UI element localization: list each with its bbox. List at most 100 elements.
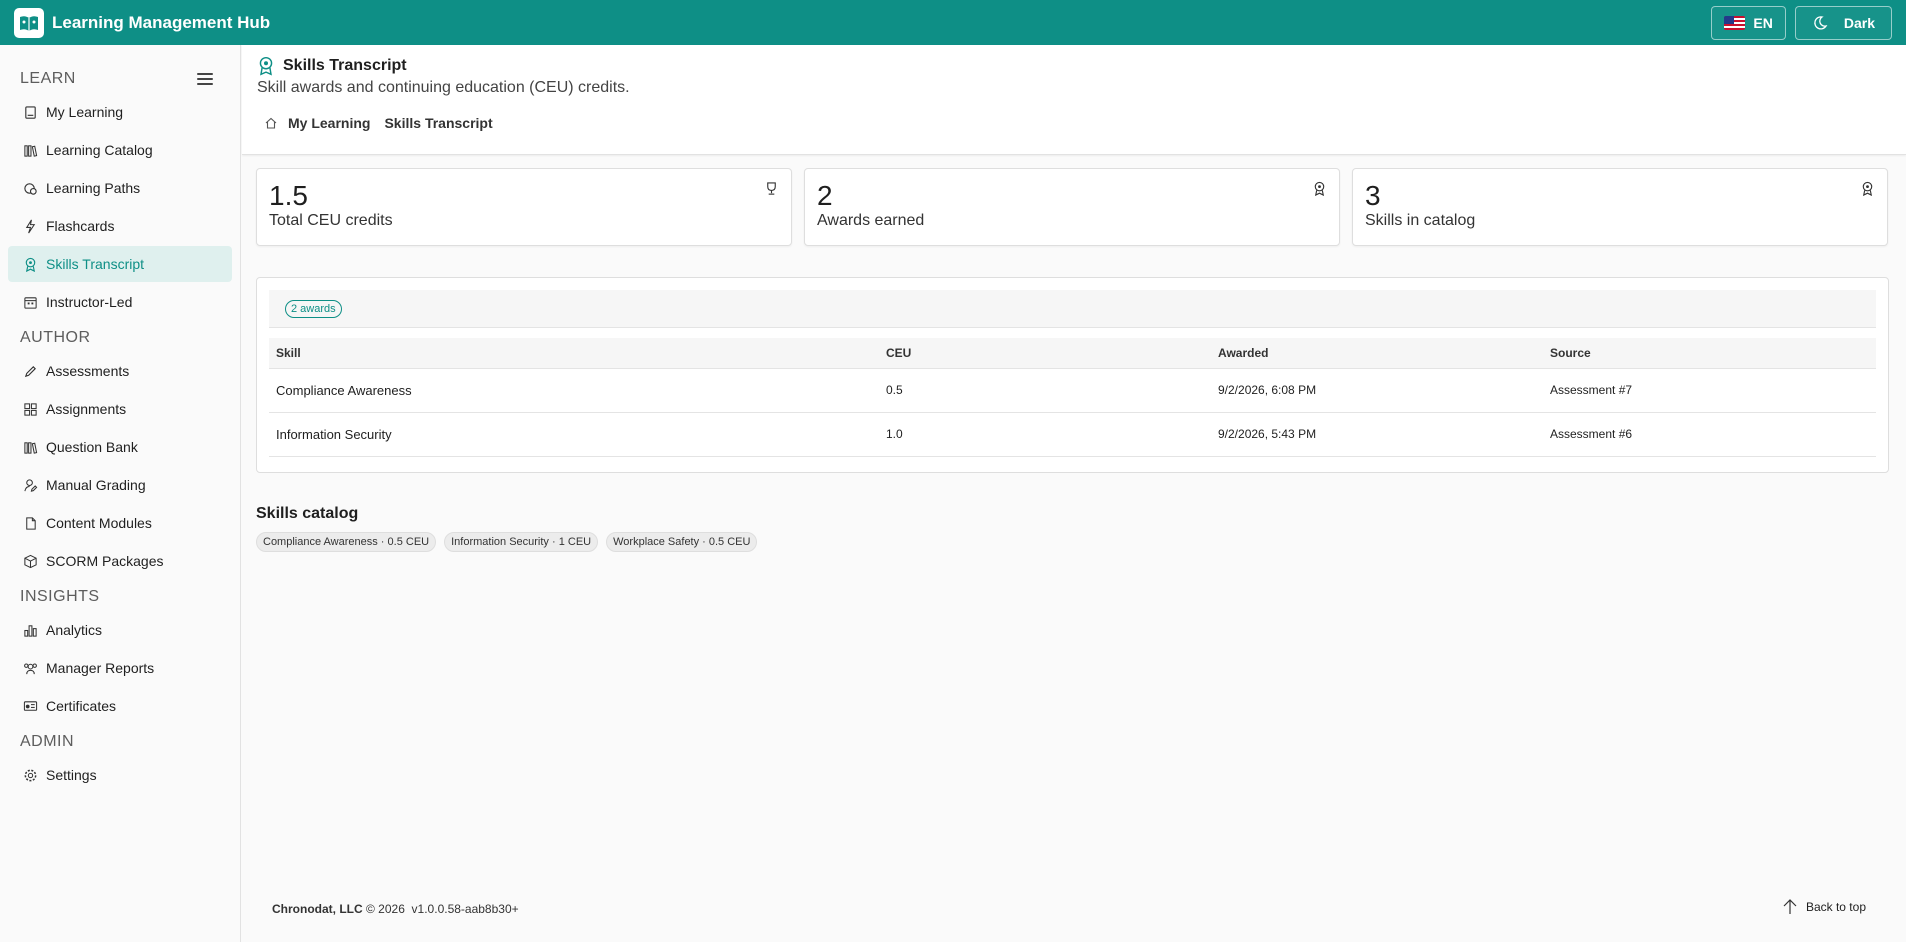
skills-catalog-chips: Compliance Awareness · 0.5 CEU Informati… xyxy=(256,532,758,552)
sidebar-item-skills-transcript[interactable]: Skills Transcript xyxy=(8,246,232,282)
column-header-ceu[interactable]: CEU xyxy=(879,338,1211,369)
sidebar-item-label: Flashcards xyxy=(46,218,115,234)
library-icon xyxy=(22,142,38,158)
skill-chip: Information Security · 1 CEU xyxy=(444,532,599,552)
sidebar-section-author: AUTHOR xyxy=(0,323,240,353)
sidebar-item-instructor-led[interactable]: Instructor-Led xyxy=(8,284,232,320)
awards-panel-header: 2 awards xyxy=(269,290,1876,328)
sidebar-item-learning-paths[interactable]: Learning Paths xyxy=(8,170,232,206)
award-icon xyxy=(1314,181,1325,196)
sidebar-item-manual-grading[interactable]: Manual Grading xyxy=(8,467,232,503)
award-icon xyxy=(259,56,273,76)
awards-count-badge: 2 awards xyxy=(285,299,342,318)
awards-panel: 2 awards Skill CEU Awarded Source Compli… xyxy=(256,277,1889,473)
app-logo[interactable] xyxy=(14,7,44,38)
sidebar-item-assessments[interactable]: Assessments xyxy=(8,353,232,389)
grid-icon xyxy=(22,401,38,417)
sidebar-item-analytics[interactable]: Analytics xyxy=(8,612,232,648)
sidebar-item-manager-reports[interactable]: Manager Reports xyxy=(8,650,232,686)
cell-ceu: 1.0 xyxy=(879,412,1211,457)
sidebar-item-certificates[interactable]: Certificates xyxy=(8,688,232,724)
column-header-skill[interactable]: Skill xyxy=(269,338,879,369)
back-to-top-button[interactable]: Back to top xyxy=(1782,898,1866,916)
footer-company: Chronodat, LLC xyxy=(272,902,363,916)
sidebar-item-label: Learning Paths xyxy=(46,180,141,196)
cube-icon xyxy=(22,553,38,569)
cell-awarded: 9/2/2026, 6:08 PM xyxy=(1211,368,1543,413)
sidebar-item-scorm-packages[interactable]: SCORM Packages xyxy=(8,543,232,579)
pencil-icon xyxy=(22,363,38,379)
sidebar-item-assignments[interactable]: Assignments xyxy=(8,391,232,427)
menu-toggle-icon[interactable] xyxy=(197,73,213,85)
footer: Chronodat, LLC © 2026 v1.0.0.58-aab8b30+ xyxy=(272,902,519,916)
cell-ceu: 0.5 xyxy=(879,368,1211,413)
sidebar-item-label: My Learning xyxy=(46,104,124,120)
stat-card-skills-in-catalog: 3 Skills in catalog xyxy=(1352,168,1888,246)
section-heading: INSIGHTS xyxy=(20,588,100,605)
stat-label: Skills in catalog xyxy=(1365,212,1476,229)
footer-copyright: © 2026 xyxy=(366,902,405,916)
stat-label: Total CEU credits xyxy=(269,212,393,229)
section-heading: AUTHOR xyxy=(20,329,91,346)
sidebar-section-admin: ADMIN xyxy=(0,727,240,757)
cell-source: Assessment #7 xyxy=(1543,368,1876,413)
gear-icon xyxy=(22,767,38,783)
skills-catalog-heading: Skills catalog xyxy=(256,505,359,522)
path-icon xyxy=(22,180,38,196)
sidebar-item-label: Settings xyxy=(46,767,97,783)
page-header: Skills Transcript Skill awards and conti… xyxy=(242,45,1906,155)
language-button[interactable]: EN xyxy=(1711,6,1786,40)
sidebar-item-question-bank[interactable]: Question Bank xyxy=(8,429,232,465)
table-row[interactable]: Compliance Awareness 0.5 9/2/2026, 6:08 … xyxy=(269,368,1876,413)
book-icon xyxy=(22,104,38,120)
cell-source: Assessment #6 xyxy=(1543,412,1876,457)
award-icon xyxy=(1862,181,1873,196)
cell-skill: Compliance Awareness xyxy=(269,368,879,413)
sidebar-section-learn: LEARN xyxy=(0,64,240,94)
library-icon xyxy=(22,439,38,455)
breadcrumb-link-my-learning[interactable]: My Learning xyxy=(288,115,370,131)
awards-table: Skill CEU Awarded Source Compliance Awar… xyxy=(269,338,1876,457)
app-title: Learning Management Hub xyxy=(52,12,271,32)
sidebar-item-label: Manual Grading xyxy=(46,477,146,493)
moon-icon xyxy=(1814,16,1828,30)
people-icon xyxy=(22,660,38,676)
section-heading: ADMIN xyxy=(20,733,75,750)
person-edit-icon xyxy=(22,477,38,493)
skill-chip: Workplace Safety · 0.5 CEU xyxy=(606,532,758,552)
section-heading: LEARN xyxy=(20,70,76,87)
sidebar-item-my-learning[interactable]: My Learning xyxy=(8,94,232,130)
sidebar-item-content-modules[interactable]: Content Modules xyxy=(8,505,232,541)
language-label: EN xyxy=(1753,15,1773,31)
table-header-row: Skill CEU Awarded Source xyxy=(269,338,1876,369)
stat-value: 3 xyxy=(1365,180,1381,211)
sidebar-item-flashcards[interactable]: Flashcards xyxy=(8,208,232,244)
column-header-awarded[interactable]: Awarded xyxy=(1211,338,1543,369)
main-content: Skills Transcript Skill awards and conti… xyxy=(242,45,1906,942)
us-flag-icon xyxy=(1724,16,1746,30)
certificate-icon xyxy=(22,698,38,714)
sidebar-item-label: Certificates xyxy=(46,698,117,714)
cell-awarded: 9/2/2026, 5:43 PM xyxy=(1211,412,1543,457)
stat-value: 2 xyxy=(817,180,833,211)
sidebar-item-label: Skills Transcript xyxy=(46,256,145,272)
cell-skill: Information Security xyxy=(269,412,879,457)
sidebar-item-label: Assignments xyxy=(46,401,127,417)
home-icon[interactable] xyxy=(264,116,278,130)
sidebar-item-label: Content Modules xyxy=(46,515,152,531)
theme-toggle-button[interactable]: Dark xyxy=(1794,6,1892,40)
footer-version: v1.0.0.58-aab8b30+ xyxy=(411,902,519,916)
page-subtitle: Skill awards and continuing education (C… xyxy=(257,79,630,96)
skill-chip: Compliance Awareness · 0.5 CEU xyxy=(256,532,437,552)
document-icon xyxy=(22,515,38,531)
stat-card-awards-earned: 2 Awards earned xyxy=(804,168,1340,246)
sidebar-item-settings[interactable]: Settings xyxy=(8,757,232,793)
sidebar-item-learning-catalog[interactable]: Learning Catalog xyxy=(8,132,232,168)
book-logo-icon xyxy=(20,15,38,31)
sidebar-item-label: Manager Reports xyxy=(46,660,155,676)
column-header-source[interactable]: Source xyxy=(1543,338,1876,369)
page-title: Skills Transcript xyxy=(283,57,407,74)
table-row[interactable]: Information Security 1.0 9/2/2026, 5:43 … xyxy=(269,412,1876,457)
arrow-up-icon xyxy=(1783,899,1797,914)
sidebar-item-label: Analytics xyxy=(46,622,103,638)
